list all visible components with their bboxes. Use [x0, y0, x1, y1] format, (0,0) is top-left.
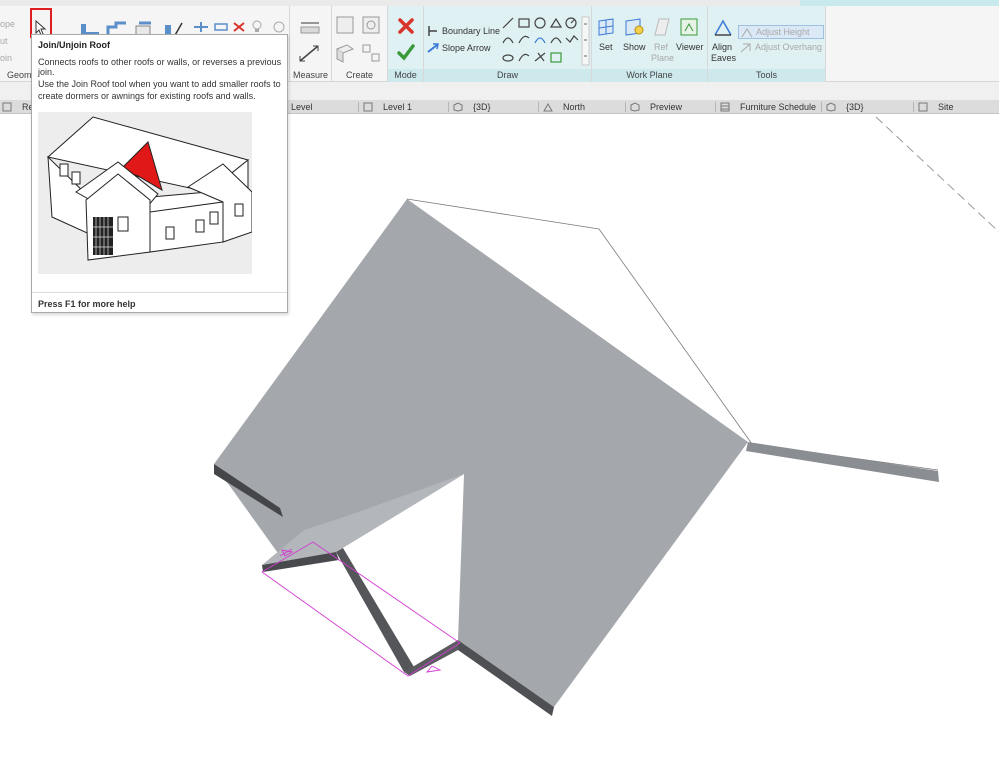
- tooltip-title: Join/Unjoin Roof: [38, 40, 110, 50]
- cut-label[interactable]: ut: [0, 36, 8, 46]
- view-tab-site[interactable]: Site: [918, 100, 954, 114]
- ref-plane-label-1[interactable]: Ref: [654, 42, 668, 52]
- draw-tools-gallery[interactable]: [500, 16, 590, 66]
- mode-panel-label: Mode: [388, 69, 423, 82]
- tooltip-illustration: [38, 112, 253, 274]
- show-work-plane-icon[interactable]: [623, 16, 645, 38]
- slope-arrow-icon[interactable]: [426, 41, 440, 55]
- create-panel: Create: [332, 6, 388, 82]
- work-plane-panel: Set Show Ref Plane Viewer Work Plane: [592, 6, 708, 82]
- house-dormer-illustration: [46, 116, 253, 261]
- align-icon[interactable]: [192, 20, 210, 34]
- align-eaves-icon[interactable]: [712, 16, 734, 38]
- tools-panel-label: Tools: [708, 69, 825, 82]
- revit-window: ope ut oin Geome Measure Create Mode Bou…: [0, 0, 999, 770]
- view-tab-furniture-schedule[interactable]: Furniture Schedule: [720, 100, 816, 114]
- section-box-edge: [875, 116, 999, 233]
- create-similar-icon[interactable]: [334, 14, 356, 36]
- adjust-overhang-icon: [740, 43, 751, 53]
- 3d-view-icon: [826, 102, 836, 112]
- draw-panel-label: Draw: [424, 69, 591, 82]
- view-tab-3d-2[interactable]: {3D}: [826, 100, 864, 114]
- draw-panel: Boundary Line Slope Arrow Draw: [424, 6, 592, 82]
- ref-plane-label-2[interactable]: Plane: [651, 53, 674, 63]
- measure-icon[interactable]: [296, 42, 326, 64]
- 3d-view-icon: [630, 102, 640, 112]
- reference-icon[interactable]: [270, 19, 288, 35]
- boundary-line-button[interactable]: Boundary Line: [442, 26, 500, 36]
- adjust-height-label: Adjust Height: [756, 27, 810, 37]
- create-assembly-icon[interactable]: [360, 42, 382, 64]
- dimension-icon[interactable]: [296, 14, 326, 36]
- boundary-line-icon[interactable]: [426, 24, 440, 38]
- viewer-icon[interactable]: [678, 16, 700, 38]
- view-tab-label: Furniture Schedule: [740, 102, 817, 112]
- align-eaves-label-1[interactable]: Align: [712, 42, 732, 52]
- view-tab-label: Preview: [650, 102, 683, 112]
- floor-plan-icon: [918, 102, 928, 112]
- measure-panel: Measure: [290, 6, 332, 82]
- view-tab-preview[interactable]: Preview: [630, 100, 682, 114]
- align-eaves-label-2[interactable]: Eaves: [711, 53, 736, 63]
- dormer-valley-edge: [336, 548, 414, 672]
- roof-right-fascia: [746, 442, 939, 482]
- slope-arrow-button[interactable]: Slope Arrow: [442, 43, 491, 53]
- tools-panel: Align Eaves Adjust Height Adjust Overhan…: [708, 6, 826, 82]
- contextual-tab-modify-roof-footprint[interactable]: [800, 0, 999, 6]
- mode-panel: Mode: [388, 6, 424, 82]
- adjust-height-icon: [741, 28, 753, 38]
- show-work-plane-button[interactable]: Show: [623, 42, 646, 52]
- view-tab-label: North: [563, 102, 586, 112]
- finish-edit-mode-button[interactable]: [396, 42, 416, 62]
- tooltip-help-hint: Press F1 for more help: [38, 299, 136, 309]
- floor-plan-icon: [363, 102, 373, 112]
- view-tab-level-1[interactable]: Level 1: [363, 100, 412, 114]
- join-roof-tooltip: Join/Unjoin Roof Connects roofs to other…: [31, 34, 288, 313]
- elevation-icon: [543, 102, 553, 112]
- view-tab-label: {3D}: [473, 102, 491, 112]
- lightbulb-icon[interactable]: [250, 19, 264, 35]
- viewer-button[interactable]: Viewer: [676, 42, 703, 52]
- join-label[interactable]: oin: [0, 53, 12, 63]
- dormer-front-edge: [404, 640, 458, 676]
- main-roof-plane: [214, 199, 748, 707]
- offset-icon[interactable]: [212, 20, 230, 34]
- door-icon: [93, 217, 113, 255]
- floor-plan-icon: [2, 102, 12, 112]
- adjust-overhang-button[interactable]: Adjust Overhang: [738, 41, 824, 55]
- tooltip-footer: Press F1 for more help: [32, 292, 287, 313]
- tooltip-long-description: Use the Join Roof tool when you want to …: [38, 79, 281, 101]
- adjust-overhang-label: Adjust Overhang: [755, 42, 823, 52]
- checkmark-icon: [397, 44, 415, 61]
- view-tab-north[interactable]: North: [543, 100, 585, 114]
- cancel-x-icon: [398, 18, 414, 34]
- cancel-edit-mode-button[interactable]: [396, 16, 416, 36]
- 3d-view-icon: [453, 102, 463, 112]
- create-panel-label: Create: [345, 70, 373, 80]
- ref-plane-icon[interactable]: [650, 16, 672, 38]
- create-parts-icon[interactable]: [334, 42, 356, 64]
- create-group-icon[interactable]: [360, 14, 382, 36]
- adjust-height-button[interactable]: Adjust Height: [738, 25, 824, 39]
- delete-element-icon[interactable]: [230, 20, 248, 34]
- view-tab-label: {3D}: [846, 102, 864, 112]
- cope-label[interactable]: ope: [0, 19, 15, 29]
- schedule-icon: [720, 102, 730, 112]
- view-tab-3d-1[interactable]: {3D}: [453, 100, 491, 114]
- view-tab-label: Site: [938, 102, 954, 112]
- measure-panel-label: Measure: [292, 70, 328, 80]
- view-tab-label: Level 1: [383, 102, 413, 112]
- set-work-plane-icon[interactable]: [596, 16, 616, 38]
- set-work-plane-button[interactable]: Set: [599, 42, 613, 52]
- work-plane-panel-label: Work Plane: [592, 69, 707, 82]
- tooltip-description: Connects roofs to other roofs or walls, …: [38, 57, 282, 77]
